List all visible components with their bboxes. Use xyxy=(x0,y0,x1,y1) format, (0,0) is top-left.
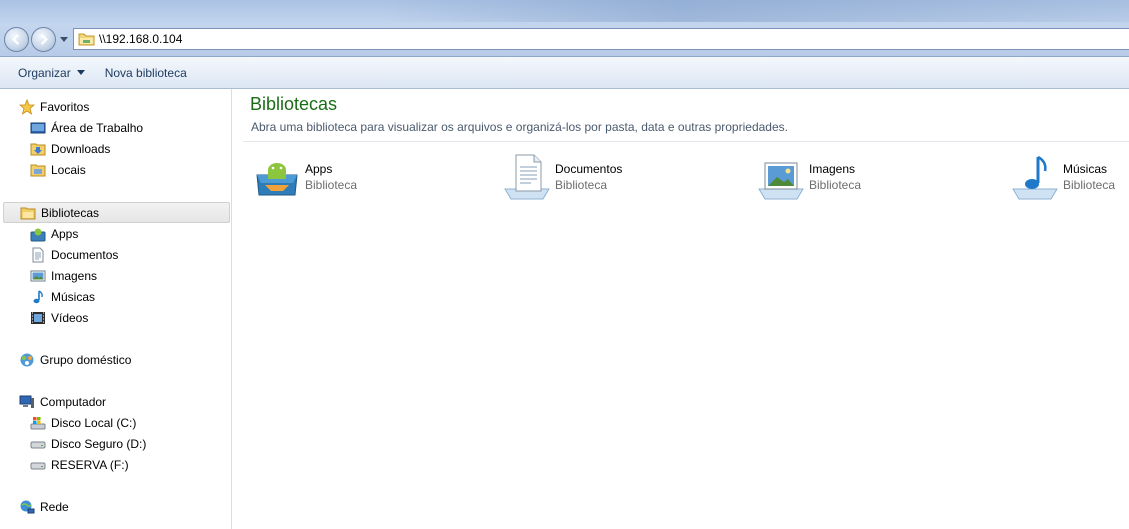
nav-item-documents-label: Documentos xyxy=(51,247,119,262)
drive-icon xyxy=(30,462,46,469)
new-library-button[interactable]: Nova biblioteca xyxy=(95,66,197,80)
nav-computer-label: Computador xyxy=(40,394,107,409)
nav-libraries-label: Bibliotecas xyxy=(41,205,100,220)
chevron-down-icon xyxy=(76,70,85,75)
navigation-pane: Favoritos Área de Trabalho Downloads Loc… xyxy=(0,89,232,529)
nav-item-music-label: Músicas xyxy=(51,289,96,304)
nav-favorites-label: Favoritos xyxy=(40,99,90,114)
back-arrow-icon xyxy=(12,34,20,45)
pictures-icon xyxy=(30,270,46,281)
homegroup-icon xyxy=(20,353,34,366)
videos-icon xyxy=(31,311,45,324)
nav-item-drive-c[interactable]: Disco Local (C:) xyxy=(30,412,136,433)
nav-item-documents[interactable]: Documentos xyxy=(30,244,118,265)
music-library-icon xyxy=(1012,155,1058,200)
network-folder-icon xyxy=(78,33,95,46)
nav-item-pictures-label: Imagens xyxy=(51,268,98,283)
nav-item-music[interactable]: Músicas xyxy=(30,286,95,307)
star-icon xyxy=(19,98,35,115)
places-icon xyxy=(30,164,46,176)
title-bar-glass xyxy=(380,0,1129,22)
title-bar: \\192.168.0.104 xyxy=(0,0,1129,57)
library-type: Biblioteca xyxy=(555,178,608,192)
command-bar: Organizar Nova biblioteca xyxy=(0,57,1129,89)
library-type: Biblioteca xyxy=(305,178,358,192)
network-icon xyxy=(20,500,35,513)
nav-homegroup-label: Grupo doméstico xyxy=(40,352,132,367)
nav-item-places-label: Locais xyxy=(51,162,86,177)
nav-network[interactable]: Rede xyxy=(19,496,69,517)
library-tile-apps[interactable]: Apps Biblioteca xyxy=(253,151,357,203)
organize-label: Organizar xyxy=(18,65,71,80)
nav-item-places[interactable]: Locais xyxy=(30,159,86,180)
recent-pages-button[interactable] xyxy=(58,31,70,47)
library-name: Documentos xyxy=(555,162,623,176)
library-name: Músicas xyxy=(1063,162,1108,176)
pictures-library-icon xyxy=(758,162,804,200)
nav-item-drive-d[interactable]: Disco Seguro (D:) xyxy=(30,433,146,454)
nav-item-apps[interactable]: Apps xyxy=(30,223,78,244)
organize-button[interactable]: Organizar xyxy=(8,66,95,80)
address-bar[interactable]: \\192.168.0.104 xyxy=(73,28,1129,50)
nav-item-apps-label: Apps xyxy=(51,226,79,241)
system-drive-icon xyxy=(30,416,46,429)
documents-icon xyxy=(32,247,44,262)
music-icon xyxy=(33,289,43,303)
nav-item-desktop[interactable]: Área de Trabalho xyxy=(30,117,143,138)
nav-item-drive-f[interactable]: RESERVA (F:) xyxy=(30,454,129,475)
nav-item-pictures[interactable]: Imagens xyxy=(30,265,97,286)
nav-network-label: Rede xyxy=(40,499,69,514)
library-type: Biblioteca xyxy=(809,178,862,192)
library-tile-text: Documentos Biblioteca xyxy=(555,161,622,193)
nav-favorites[interactable]: Favoritos xyxy=(19,96,89,117)
nav-computer[interactable]: Computador xyxy=(19,391,106,412)
nav-item-drive-c-label: Disco Local (C:) xyxy=(51,415,137,430)
nav-item-downloads[interactable]: Downloads xyxy=(30,138,110,159)
library-tile-pictures[interactable]: Imagens Biblioteca xyxy=(757,151,861,203)
computer-icon xyxy=(19,395,34,408)
library-tile-text: Músicas Biblioteca xyxy=(1063,161,1115,193)
nav-item-desktop-label: Área de Trabalho xyxy=(51,120,144,135)
library-name: Imagens xyxy=(809,162,856,176)
library-tile-text: Apps Biblioteca xyxy=(305,161,357,193)
page-title: Bibliotecas xyxy=(250,94,338,114)
new-library-label: Nova biblioteca xyxy=(104,65,187,80)
library-name: Apps xyxy=(305,162,333,176)
content-pane: Bibliotecas Abra uma biblioteca para vis… xyxy=(233,89,1129,529)
page-subtitle: Abra uma biblioteca para visualizar os a… xyxy=(251,120,788,134)
back-button[interactable] xyxy=(4,27,29,52)
library-tile-text: Imagens Biblioteca xyxy=(809,161,861,193)
nav-item-videos[interactable]: Vídeos xyxy=(30,307,88,328)
nav-homegroup[interactable]: Grupo doméstico xyxy=(19,349,131,370)
library-tile-music[interactable]: Músicas Biblioteca xyxy=(1011,151,1115,203)
nav-item-drive-f-label: RESERVA (F:) xyxy=(51,457,129,472)
nav-item-downloads-label: Downloads xyxy=(51,141,111,156)
forward-button[interactable] xyxy=(31,27,56,52)
drive-icon xyxy=(30,441,46,448)
apps-library-icon xyxy=(256,163,298,196)
library-type: Biblioteca xyxy=(1063,178,1116,192)
nav-item-videos-label: Vídeos xyxy=(51,310,89,325)
header-divider xyxy=(243,141,1129,142)
forward-arrow-icon xyxy=(40,34,48,45)
apps-library-icon xyxy=(30,228,46,241)
desktop-icon xyxy=(30,122,46,133)
chevron-down-icon xyxy=(60,36,68,42)
address-path: \\192.168.0.104 xyxy=(99,32,183,46)
downloads-folder-icon xyxy=(30,143,46,155)
documents-library-icon xyxy=(504,154,550,200)
nav-libraries[interactable]: Bibliotecas xyxy=(3,202,230,223)
library-tile-documents[interactable]: Documentos Biblioteca xyxy=(503,151,622,203)
nav-item-drive-d-label: Disco Seguro (D:) xyxy=(51,436,147,451)
libraries-icon xyxy=(20,207,36,219)
